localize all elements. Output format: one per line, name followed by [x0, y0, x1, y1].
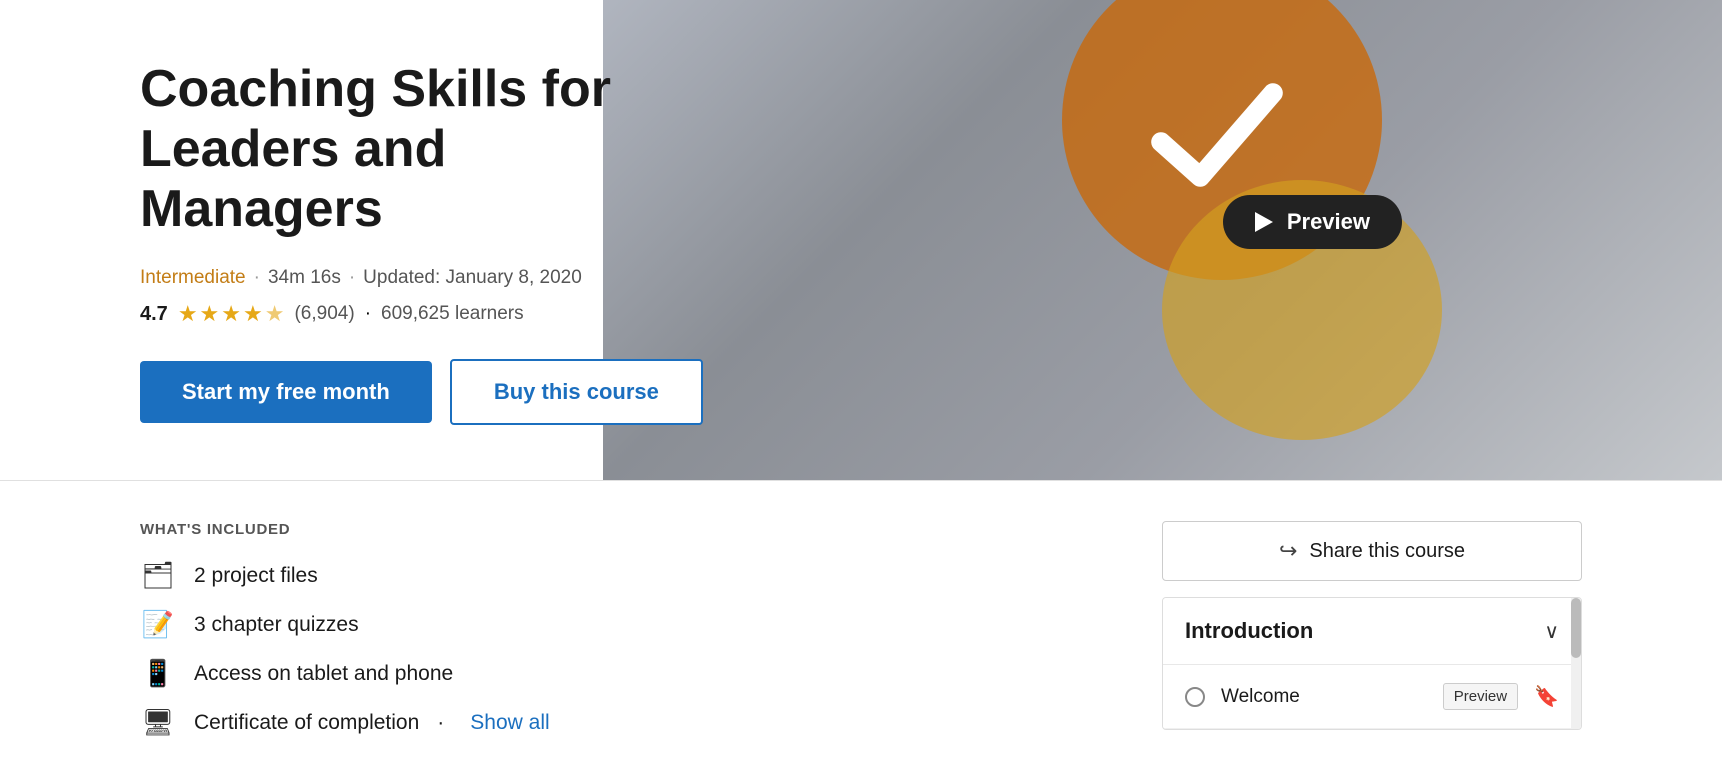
buy-course-button[interactable]: Buy this course — [450, 359, 703, 425]
rating-number: 4.7 — [140, 303, 168, 326]
whats-included-label: WHAT'S INCLUDED — [140, 521, 1102, 538]
star-rating: ★ ★ ★ ★ ★ — [178, 301, 285, 327]
included-quizzes-text: 3 chapter quizzes — [194, 613, 359, 637]
action-buttons: Start my free month Buy this course — [140, 359, 680, 425]
included-certificate-text: Certificate of completion — [194, 711, 419, 735]
star-2: ★ — [200, 301, 220, 327]
course-duration: 34m 16s — [268, 267, 341, 289]
play-icon — [1255, 212, 1273, 232]
whats-included-section: WHAT'S INCLUDED 🗂 2 project files 📝 3 ch… — [140, 521, 1102, 756]
share-label: Share this course — [1309, 540, 1465, 563]
contents-preview-label[interactable]: Preview — [1443, 683, 1518, 710]
radio-circle-icon — [1185, 687, 1205, 707]
preview-label: Preview — [1287, 209, 1370, 235]
scrollbar-thumb[interactable] — [1571, 598, 1581, 658]
bottom-section: WHAT'S INCLUDED 🗂 2 project files 📝 3 ch… — [0, 480, 1722, 776]
star-half: ★ — [265, 301, 285, 327]
included-item-projects: 🗂 2 project files — [140, 560, 1102, 591]
preview-button[interactable]: Preview — [1223, 195, 1402, 249]
contents-panel: Introduction ∨ Welcome Preview 🔖 — [1162, 597, 1582, 730]
quiz-icon: 📝 — [140, 609, 176, 640]
course-updated: Updated: January 8, 2020 — [363, 267, 582, 289]
included-item-tablet: 📱 Access on tablet and phone — [140, 658, 1102, 689]
included-item-certificate: 🖥 Certificate of completion · Show all — [140, 707, 1102, 738]
rating-row: 4.7 ★ ★ ★ ★ ★ (6,904) · 609,625 learners — [140, 301, 680, 327]
scrollbar-track — [1571, 598, 1581, 729]
hero-section: Preview Coaching Skills for Leaders and … — [0, 0, 1722, 480]
bookmark-icon[interactable]: 🔖 — [1534, 684, 1559, 709]
star-4: ★ — [243, 301, 263, 327]
contents-header[interactable]: Introduction ∨ — [1163, 598, 1581, 665]
right-panel: ↪ Share this course Introduction ∨ Welco… — [1162, 521, 1582, 756]
share-course-button[interactable]: ↪ Share this course — [1162, 521, 1582, 581]
hero-content: Coaching Skills for Leaders and Managers… — [0, 0, 680, 425]
folder-icon: 🗂 — [140, 560, 176, 591]
course-level: Intermediate — [140, 267, 246, 289]
course-title: Coaching Skills for Leaders and Managers — [140, 60, 680, 239]
course-meta: Intermediate · 34m 16s · Updated: Januar… — [140, 267, 680, 289]
included-projects-text: 2 project files — [194, 564, 318, 588]
share-icon: ↪ — [1279, 538, 1297, 564]
chevron-down-icon: ∨ — [1544, 619, 1559, 644]
tablet-icon: 📱 — [140, 658, 176, 689]
start-free-month-button[interactable]: Start my free month — [140, 361, 432, 423]
contents-title: Introduction — [1185, 618, 1313, 644]
star-1: ★ — [178, 301, 198, 327]
contents-item-welcome: Welcome Preview 🔖 — [1163, 665, 1581, 729]
learners-count: 609,625 learners — [381, 303, 524, 325]
included-item-quizzes: 📝 3 chapter quizzes — [140, 609, 1102, 640]
star-3: ★ — [221, 301, 241, 327]
show-all-link[interactable]: Show all — [470, 711, 549, 735]
certificate-icon: 🖥 — [140, 707, 176, 738]
included-tablet-text: Access on tablet and phone — [194, 662, 453, 686]
contents-item-title: Welcome — [1221, 686, 1427, 708]
rating-count: (6,904) — [294, 303, 354, 325]
